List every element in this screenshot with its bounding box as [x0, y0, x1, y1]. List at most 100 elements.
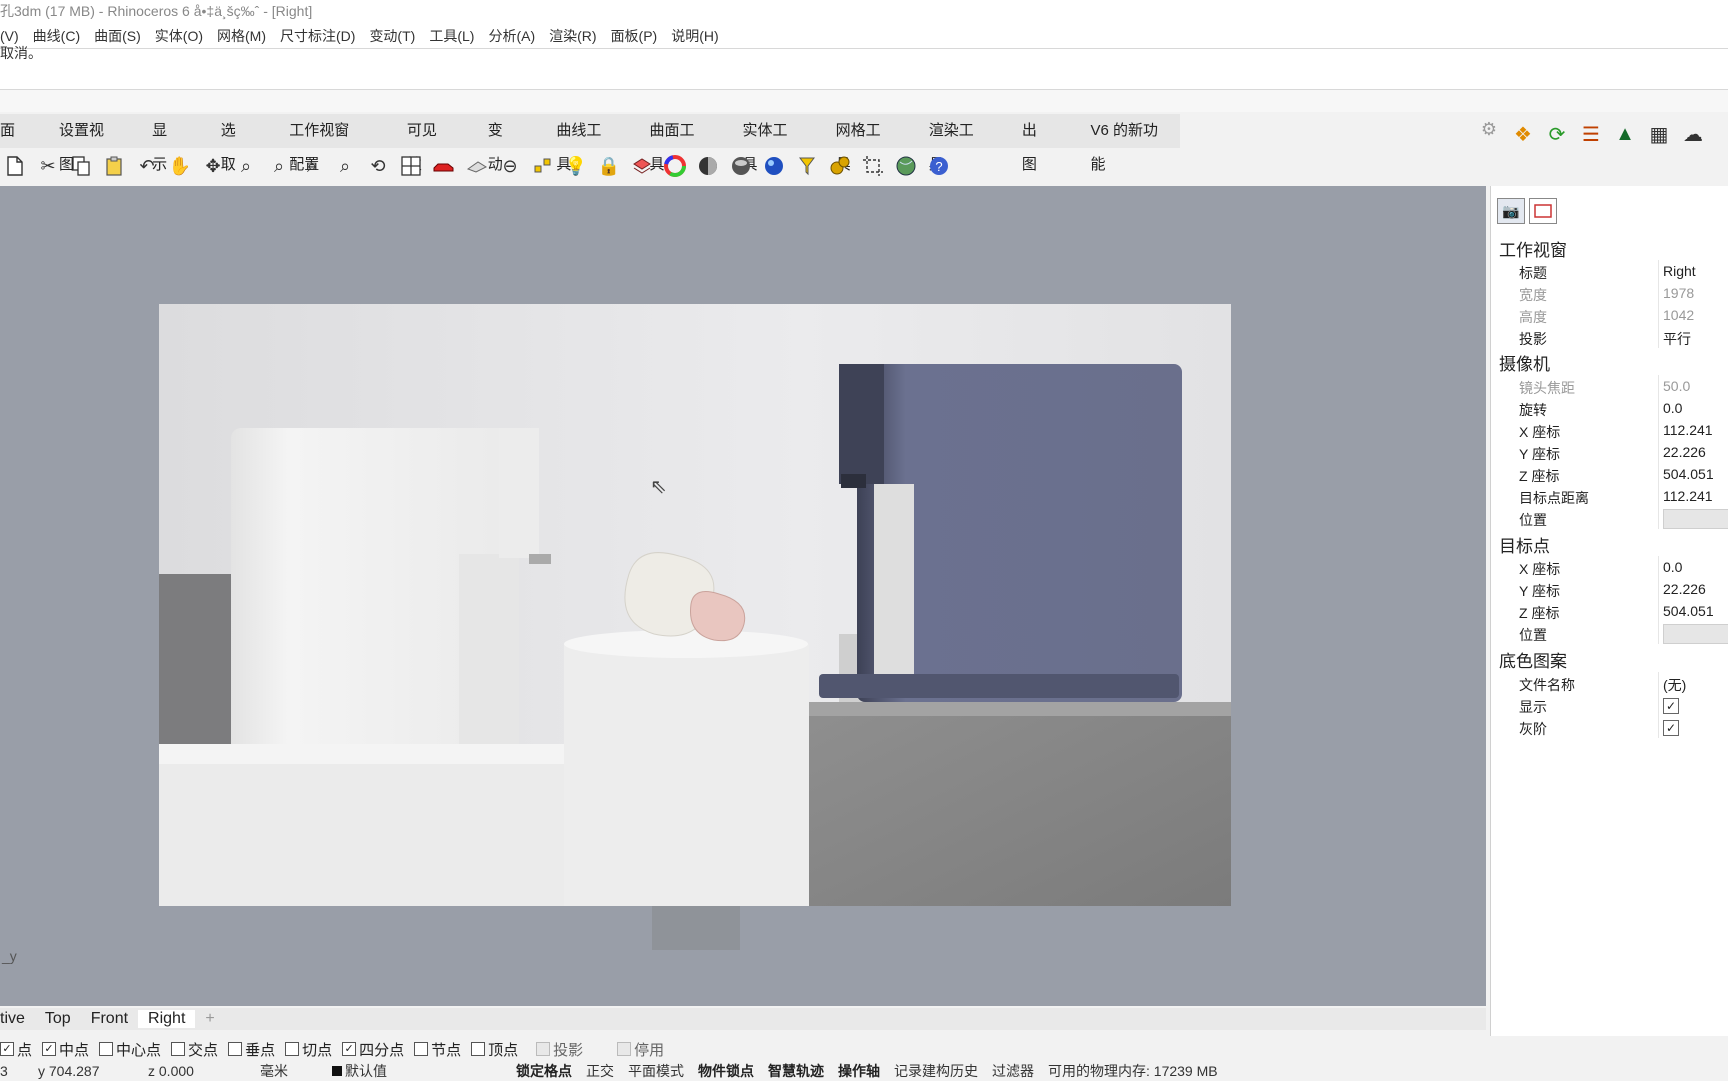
light-bulb-icon[interactable]: 💡 — [561, 151, 591, 181]
render-ball-metal-icon[interactable] — [726, 151, 756, 181]
prop-row-target-distance[interactable]: 目标点距离 112.241 — [1501, 485, 1728, 507]
status-smarttrack[interactable]: 智慧轨迹 — [761, 1061, 831, 1081]
new-file-icon[interactable] — [0, 151, 30, 181]
prop-row-target-x[interactable]: X 座标 0.0 — [1501, 556, 1728, 578]
prop-row-wallpaper-file[interactable]: 文件名称 (无) — [1501, 672, 1728, 694]
render-ball-dark-icon[interactable] — [693, 151, 723, 181]
osnap-intersection[interactable]: 交点 — [171, 1039, 218, 1060]
prop-row-camera-y[interactable]: Y 座标 22.226 — [1501, 441, 1728, 463]
menu-tools[interactable]: 工具(L) — [429, 26, 474, 46]
zoom-icon[interactable]: ⌕ — [231, 151, 261, 181]
viewport-properties-icon[interactable] — [1529, 198, 1557, 224]
camera-place-button[interactable] — [1663, 509, 1728, 529]
help-icon[interactable]: ? — [924, 151, 954, 181]
tab-mesh-tools[interactable]: 网格工具 — [814, 114, 907, 173]
menu-analyze[interactable]: 分析(A) — [488, 26, 535, 46]
osnap-vertex[interactable]: 顶点 — [471, 1039, 518, 1060]
status-record-history[interactable]: 记录建构历史 — [887, 1061, 985, 1081]
prop-value[interactable]: 112.241 — [1663, 488, 1713, 504]
prop-row-wallpaper-show[interactable]: 显示 ✓ — [1501, 694, 1728, 716]
crop-icon[interactable] — [858, 151, 888, 181]
prop-row-camera-z[interactable]: Z 座标 504.051 — [1501, 463, 1728, 485]
prop-value[interactable]: 0.0 — [1663, 559, 1682, 575]
dim-icon[interactable]: ⊖ — [495, 151, 525, 181]
status-filter[interactable]: 过滤器 — [985, 1061, 1041, 1081]
prop-row-camera-x[interactable]: X 座标 112.241 — [1501, 419, 1728, 441]
prop-row-projection[interactable]: 投影 平行 — [1501, 326, 1728, 348]
tab-right[interactable]: Right — [138, 1010, 196, 1028]
paste-icon[interactable] — [99, 151, 129, 181]
osnap-intersection-checkbox[interactable] — [171, 1042, 186, 1056]
status-ortho[interactable]: 正交 — [579, 1061, 621, 1081]
prop-value[interactable]: 22.226 — [1663, 444, 1706, 460]
status-layer[interactable]: 默认值 — [325, 1061, 509, 1081]
target-place-button[interactable] — [1663, 624, 1728, 644]
tab-v6-new[interactable]: V6 的新功能 — [1068, 114, 1180, 173]
prop-row-camera-position[interactable]: 位置 — [1501, 507, 1728, 529]
filter-icon[interactable] — [792, 151, 822, 181]
gears-icon[interactable] — [825, 151, 855, 181]
prop-value[interactable]: (无) — [1663, 675, 1686, 695]
prop-value[interactable]: 504.051 — [1663, 603, 1714, 619]
tab-curve-tools[interactable]: 曲线工具 — [534, 114, 627, 173]
osnap-perpendicular[interactable]: 垂点 — [228, 1039, 275, 1060]
osnap-point[interactable]: ✓ 点 — [0, 1039, 32, 1060]
prop-value[interactable]: 22.226 — [1663, 581, 1706, 597]
menu-mesh[interactable]: 网格(M) — [217, 26, 266, 46]
tab-top[interactable]: Top — [35, 1010, 81, 1028]
checker-icon[interactable]: ▦ — [1644, 119, 1674, 149]
color-wheel-icon[interactable] — [660, 151, 690, 181]
wallpaper-show-checkbox[interactable]: ✓ — [1663, 698, 1679, 714]
tab-visibility[interactable]: 可见性 — [385, 114, 466, 173]
osnap-midpoint[interactable]: ✓ 中点 — [42, 1039, 89, 1060]
tab-standard[interactable]: 面 — [0, 114, 37, 148]
prop-value[interactable]: Right — [1663, 263, 1696, 279]
viewport-layout-icon[interactable] — [396, 151, 426, 181]
prop-value[interactable]: 0.0 — [1663, 400, 1682, 416]
osnap-point-checkbox[interactable]: ✓ — [0, 1042, 14, 1056]
tab-viewport-layout[interactable]: 工作视窗配置 — [267, 114, 385, 173]
status-planar[interactable]: 平面模式 — [621, 1061, 691, 1081]
add-view-icon[interactable]: + — [195, 1010, 224, 1028]
globe-icon[interactable] — [891, 151, 921, 181]
tab-drafting[interactable]: 出图 — [1000, 114, 1069, 173]
plane-icon[interactable] — [462, 151, 492, 181]
tab-display[interactable]: 显示 — [130, 114, 199, 173]
osnap-disable[interactable]: 停用 — [617, 1039, 664, 1060]
sync-icon[interactable]: ⟳ — [1542, 119, 1572, 149]
prop-value[interactable]: 504.051 — [1663, 466, 1714, 482]
tree-icon[interactable]: ▲ — [1610, 119, 1640, 149]
osnap-center[interactable]: 中心点 — [99, 1039, 161, 1060]
zoom-extents-icon[interactable]: ⌕ — [297, 151, 327, 181]
tab-perspective[interactable]: tive — [0, 1010, 35, 1028]
osnap-knot-checkbox[interactable] — [414, 1042, 429, 1056]
osnap-tangent[interactable]: 切点 — [285, 1039, 332, 1060]
camera-icon[interactable]: 📷 — [1497, 198, 1525, 224]
prop-row-title[interactable]: 标题 Right — [1501, 260, 1728, 282]
menu-help[interactable]: 说明(H) — [671, 26, 718, 46]
osnap-project-checkbox[interactable] — [536, 1042, 551, 1056]
gear-icon[interactable]: ⚙ — [1478, 118, 1500, 140]
cloud-icon[interactable]: ☁ — [1678, 119, 1708, 149]
status-osnap[interactable]: 物件锁点 — [691, 1061, 761, 1081]
status-grid-snap[interactable]: 锁定格点 — [509, 1061, 579, 1081]
osnap-perpendicular-checkbox[interactable] — [228, 1042, 243, 1056]
osnap-quadrant-checkbox[interactable]: ✓ — [342, 1042, 357, 1056]
menu-solid[interactable]: 实体(O) — [155, 26, 203, 46]
osnap-center-checkbox[interactable] — [99, 1042, 114, 1056]
osnap-disable-checkbox[interactable] — [617, 1042, 632, 1056]
prop-row-wallpaper-gray[interactable]: 灰阶 ✓ — [1501, 716, 1728, 738]
menu-render[interactable]: 渲染(R) — [549, 26, 596, 46]
tab-render-tools[interactable]: 渲染工具 — [907, 114, 1000, 173]
tab-set-view[interactable]: 设置视图 — [37, 114, 130, 173]
tab-solid-tools[interactable]: 实体工具 — [721, 114, 814, 173]
lock-icon[interactable]: 🔒 — [594, 151, 624, 181]
osnap-project[interactable]: 投影 — [536, 1039, 583, 1060]
osnap-quadrant[interactable]: ✓ 四分点 — [342, 1039, 404, 1060]
prop-row-target-y[interactable]: Y 座标 22.226 — [1501, 578, 1728, 600]
grasshopper-icon[interactable]: ❖ — [1508, 119, 1538, 149]
tab-surface-tools[interactable]: 曲面工具 — [627, 114, 720, 173]
layer-icon[interactable] — [627, 151, 657, 181]
prop-row-target-z[interactable]: Z 座标 504.051 — [1501, 600, 1728, 622]
render-ball-blue-icon[interactable] — [759, 151, 789, 181]
